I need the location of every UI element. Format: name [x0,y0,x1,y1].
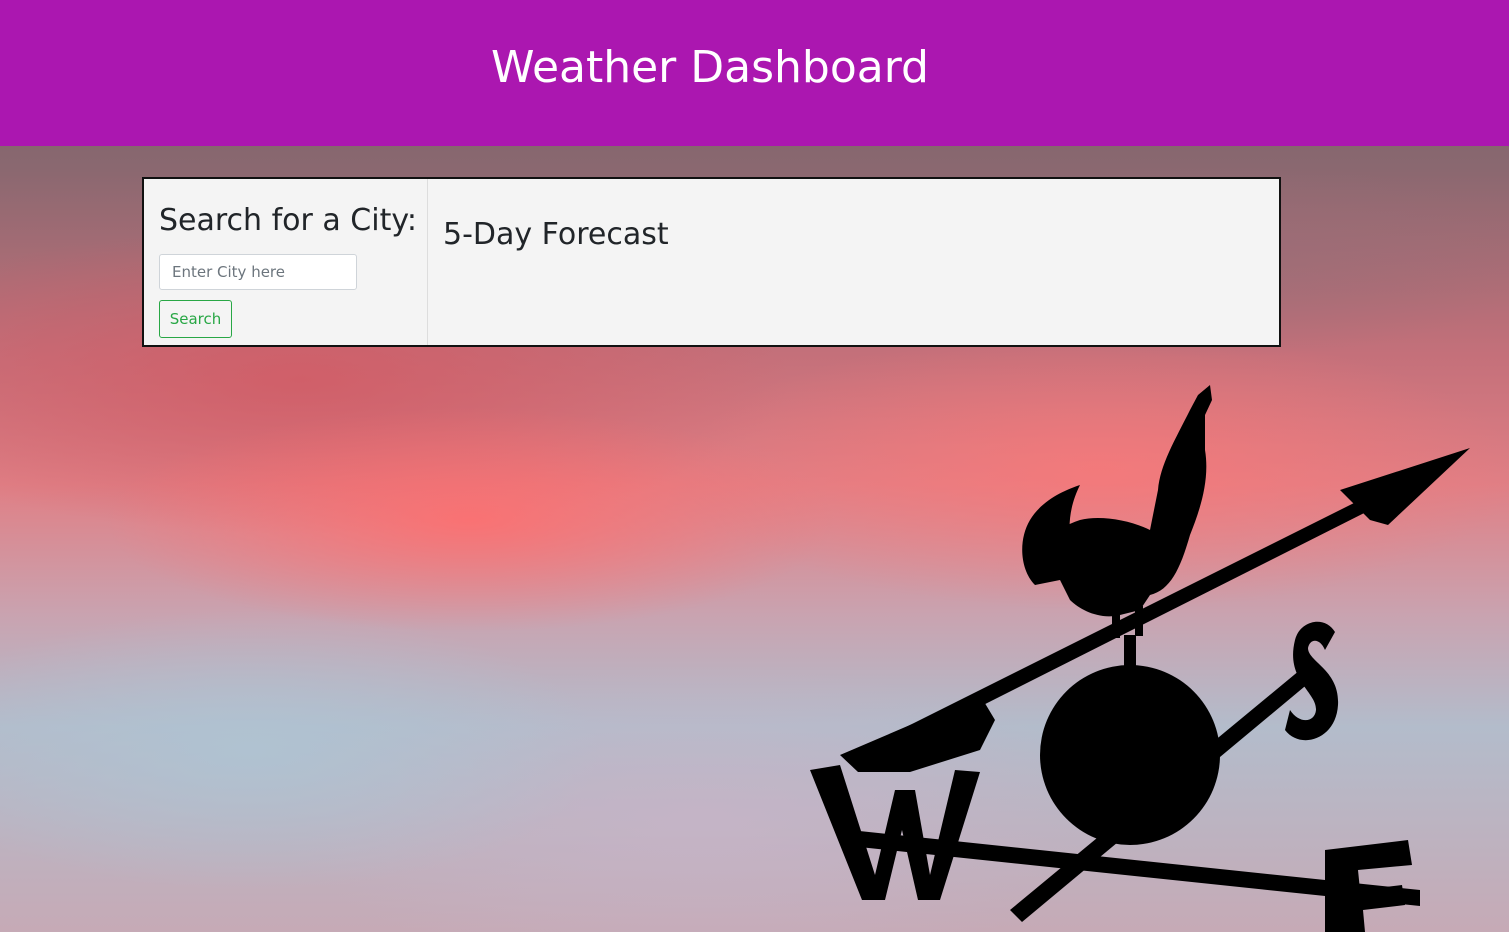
search-section: Search for a City: Search [144,179,428,345]
search-button[interactable]: Search [159,300,232,338]
forecast-heading: 5-Day Forecast [443,217,669,252]
page-title: Weather Dashboard [491,42,929,93]
weathervane-image [810,385,1470,932]
forecast-section: 5-Day Forecast [428,179,1279,345]
dashboard-panel: Search for a City: Search 5-Day Forecast [142,177,1281,347]
city-search-input[interactable] [159,254,357,290]
header-bar: Weather Dashboard [0,0,1509,146]
search-heading: Search for a City: [159,203,418,238]
page: Weather Dashboard Search for a City: Sea… [0,0,1509,932]
